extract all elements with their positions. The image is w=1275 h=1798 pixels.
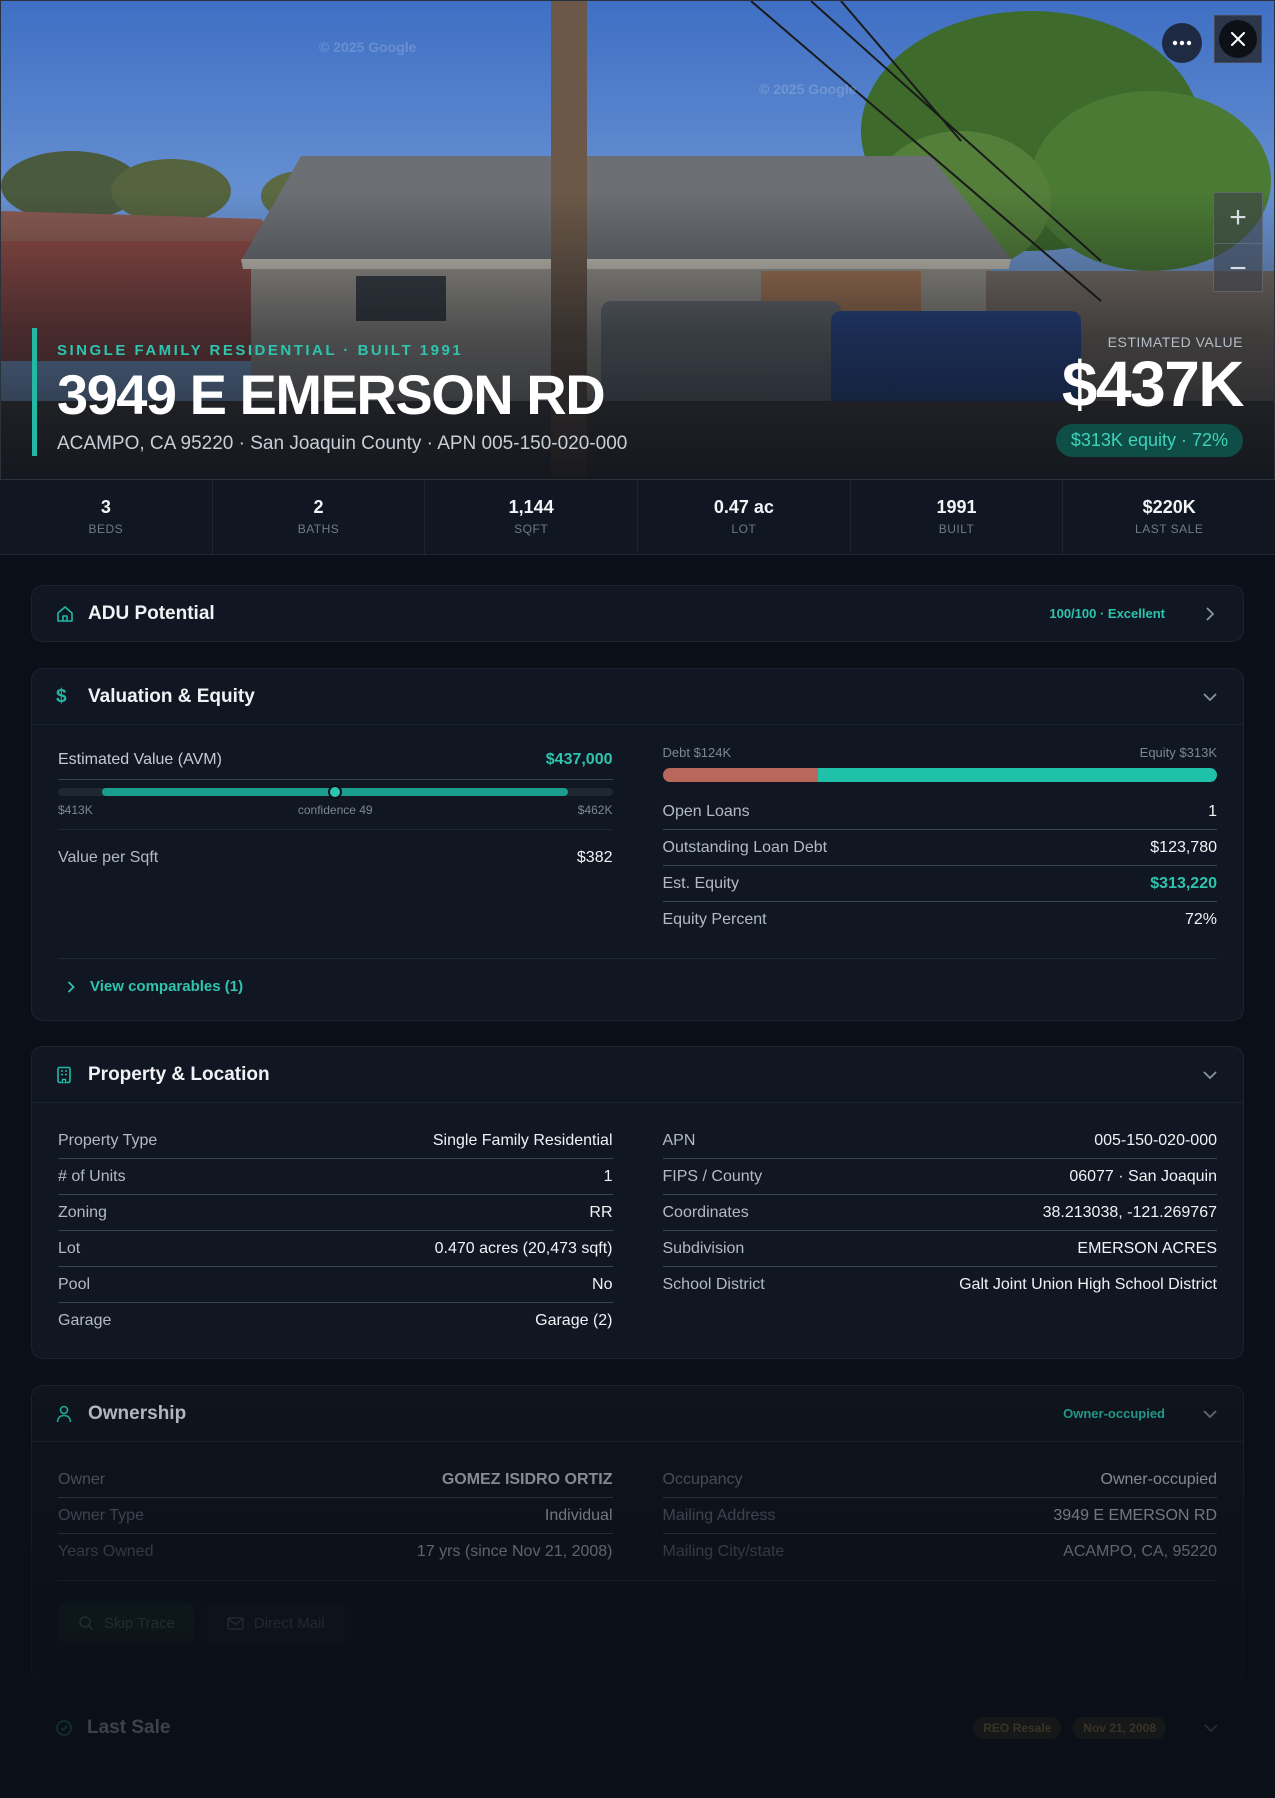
stat-sqft: 1,144 SQFT (425, 480, 639, 554)
chevron-right-icon (62, 978, 80, 996)
debt-equity-bar (662, 768, 1218, 782)
estimated-value-block: ESTIMATED VALUE $437K $313K equity · 72% (1055, 334, 1245, 457)
coordinates-row: Coordinates 38.213038, -121.269767 (662, 1195, 1217, 1231)
zoom-in-button[interactable]: + (1214, 193, 1262, 243)
dollar-icon: $ (56, 685, 67, 707)
map-watermark: © 2025 Google (759, 81, 857, 97)
ownership-right-column: Occupancy Owner-occupied Mailing Address 3… (662, 1462, 1218, 1570)
pool-row: Pool No (58, 1267, 613, 1303)
chevron-down-icon (1202, 1719, 1220, 1737)
avm-range-low: $413K (58, 803, 93, 817)
home-icon (56, 605, 80, 623)
mail-icon (227, 1616, 244, 1630)
adu-potential-card[interactable]: ADU Potential 100/100 · Excellent (31, 585, 1244, 642)
adu-score-badge: 100/100 · Excellent (1049, 606, 1165, 621)
more-icon (1172, 40, 1192, 46)
equity-badge: $313K equity · 72% (1055, 424, 1243, 457)
chevron-down-icon (1201, 1405, 1219, 1423)
equity-column: Debt $124K Equity $313K Open Loans 1 Outs… (662, 725, 1218, 938)
stat-beds: 3 BEDS (0, 480, 213, 554)
user-icon (56, 1405, 80, 1423)
avm-confidence: confidence 49 (297, 803, 373, 817)
avm-range-bar (58, 785, 613, 799)
view-comparables-link[interactable]: View comparables (1) (58, 958, 1217, 1014)
stat-lot: 0.47 ac LOT (638, 480, 851, 554)
property-heading: SINGLE FAMILY RESIDENTIAL · BUILT 1991 3… (32, 328, 627, 456)
mailing-address-row: Mailing Address 3949 E EMERSON RD (662, 1498, 1217, 1534)
sale-type-tag: REO Resale (973, 1717, 1062, 1739)
est-equity-row: Est. Equity $313,220 (662, 866, 1217, 902)
debt-label: Debt $124K (662, 745, 732, 760)
ownership-title: Ownership (88, 1402, 187, 1424)
fips-county-row: FIPS / County 06077 · San Joaquin (662, 1159, 1217, 1195)
property-header[interactable]: Property & Location (32, 1047, 1243, 1103)
chevron-right-icon (1201, 605, 1219, 623)
direct-mail-button[interactable]: Direct Mail (206, 1603, 345, 1643)
adu-potential-header[interactable]: ADU Potential 100/100 · Excellent (32, 586, 1243, 641)
units-row: # of Units 1 (58, 1159, 613, 1195)
ownership-left-column: Owner GOMEZ ISIDRO ORTIZ Owner Type Indivi… (58, 1462, 613, 1570)
property-location-card: Property & Location Property Type Single … (31, 1046, 1244, 1359)
equity-label: Equity $313K (1139, 745, 1217, 760)
property-right-column: APN 005-150-020-000 FIPS / County 06077 · … (662, 1123, 1218, 1339)
property-kicker: SINGLE FAMILY RESIDENTIAL · BUILT 1991 (57, 342, 464, 359)
owner-type-row: Owner Type Individual (58, 1498, 613, 1534)
mailing-city-row: Mailing City/state ACAMPO, CA, 95220 (662, 1543, 1218, 1560)
estimated-value: $437K (1061, 348, 1245, 420)
garage-row: Garage Garage (2) (58, 1312, 613, 1329)
stats-strip: 3 BEDS 2 BATHS 1,144 SQFT 0.47 ac LOT 1991 BU… (0, 480, 1275, 555)
equity-percent-row: Equity Percent 72% (662, 911, 1218, 928)
zoom-controls: + − (1213, 192, 1263, 292)
property-left-column: Property Type Single Family Residential #… (58, 1123, 613, 1339)
ownership-card: Ownership Owner-occupied Owner GOMEZ ISID… (31, 1385, 1244, 1685)
hero-photo: © 2025 Google © 2025 Google + − SINGLE F… (0, 0, 1275, 480)
valuation-equity-card: $ Valuation & Equity Estimated Value (AV… (31, 668, 1244, 1021)
occupancy-badge: Owner-occupied (1063, 1406, 1165, 1421)
loan-debt-row: Outstanding Loan Debt $123,780 (662, 830, 1217, 866)
close-button[interactable] (1214, 15, 1262, 63)
stat-last-sale: $220K LAST SALE (1135, 497, 1204, 536)
ownership-header[interactable]: Ownership Owner-occupied (32, 1386, 1243, 1442)
search-icon (79, 1616, 94, 1631)
valuation-title: Valuation & Equity (88, 685, 255, 707)
close-icon (1231, 32, 1245, 46)
chevron-down-icon (1201, 1066, 1219, 1084)
avm-label: Estimated Value (AVM) (58, 751, 222, 768)
occupancy-row: Occupancy Owner-occupied (662, 1462, 1217, 1498)
adu-potential-title: ADU Potential (88, 602, 215, 624)
last-sale-title: Last Sale (87, 1717, 171, 1738)
zoning-row: Zoning RR (58, 1195, 613, 1231)
school-district-row: School District Galt Joint Union High Sch… (662, 1276, 1218, 1293)
equity-segment (817, 768, 1217, 782)
open-loans-row: Open Loans 1 (662, 794, 1217, 830)
owner-row: Owner GOMEZ ISIDRO ORTIZ (58, 1462, 613, 1498)
map-watermark: © 2025 Google (319, 39, 417, 55)
zoom-out-button[interactable]: − (1214, 243, 1262, 293)
stat-baths: 2 BATHS (213, 480, 426, 554)
more-options-button[interactable] (1162, 23, 1202, 63)
property-type-row: Property Type Single Family Residential (58, 1123, 613, 1159)
subdivision-row: Subdivision EMERSON ACRES (662, 1231, 1217, 1267)
debt-segment (662, 768, 818, 782)
chevron-down-icon (1201, 688, 1219, 706)
property-title: Property & Location (88, 1063, 270, 1085)
stat-built: 1991 BUILT (851, 480, 1064, 554)
avm-estimate-marker (328, 785, 343, 799)
property-address: 3949 E EMERSON RD (57, 363, 606, 426)
apn-row: APN 005-150-020-000 (662, 1123, 1217, 1159)
last-sale-card[interactable]: Last Sale REO Resale Nov 21, 2008 (31, 1698, 1244, 1758)
sale-date-tag: Nov 21, 2008 (1073, 1717, 1166, 1739)
skip-trace-button[interactable]: Skip Trace (58, 1603, 195, 1643)
ownership-actions: Skip Trace Direct Mail (58, 1580, 1217, 1643)
lot-row: Lot 0.470 acres (20,473 sqft) (58, 1231, 613, 1267)
valuation-header[interactable]: $ Valuation & Equity (32, 669, 1243, 725)
building-icon (56, 1066, 80, 1084)
property-location: ACAMPO, CA 95220 · San Joaquin County · … (57, 433, 628, 454)
value-per-sqft-row: Value per Sqft $382 (58, 849, 613, 866)
avm-column: Estimated Value (AVM) $437,000 $413K con… (58, 725, 613, 938)
avm-value: $437,000 (545, 751, 613, 768)
receipt-icon (55, 1719, 79, 1737)
avm-range-high: $462K (577, 803, 613, 817)
years-owned-row: Years Owned 17 yrs (since Nov 21, 2008) (58, 1543, 613, 1560)
